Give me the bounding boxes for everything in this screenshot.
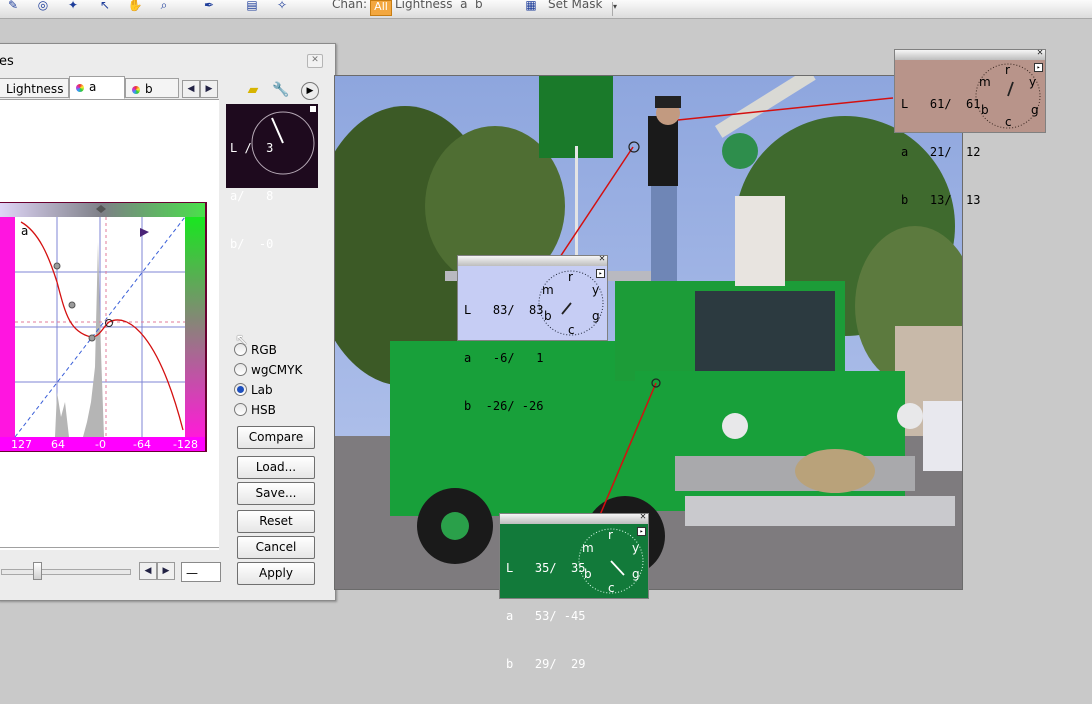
readout-row: b 29/ 29 (506, 657, 586, 671)
connector-line (677, 97, 894, 121)
dial-letter: b (544, 309, 552, 323)
dial-letter: y (632, 541, 639, 555)
readout-row: b -26/ -26 (464, 399, 544, 413)
readout-rows: L 61/ 61 a 21/ 12 b 13/ 13 (901, 64, 980, 240)
readout-row: L 61/ 61 (901, 97, 981, 111)
readout-row: L 83/ 83 (464, 303, 544, 317)
dial-letter: y (1029, 75, 1036, 89)
dial-letter: m (979, 75, 991, 89)
readout-titlebar[interactable]: ✕ (458, 253, 607, 266)
close-icon[interactable]: ✕ (599, 253, 605, 265)
dial-letter: g (632, 567, 640, 581)
readout-row: a 21/ 12 (901, 145, 981, 159)
dial-letter: r (608, 528, 613, 542)
dial-letter: m (542, 283, 554, 297)
readout-titlebar[interactable]: ✕ (500, 511, 648, 524)
dial-letter: r (1005, 63, 1010, 77)
readout-dial: r y g c b m (975, 63, 1041, 129)
readout-bottom[interactable]: ✕ ▸ L 35/ 35 a 53/ -45 b 29/ 29 r y g c … (499, 511, 649, 671)
readout-rows: L 35/ 35 a 53/ -45 b 29/ 29 (506, 528, 585, 704)
dial-needle (561, 302, 572, 315)
dial-letter: c (568, 323, 575, 337)
dial-letter: b (584, 567, 592, 581)
readout-top[interactable]: ✕ ▸ L 61/ 61 a 21/ 12 b 13/ 13 r y g c b… (894, 47, 1046, 207)
readout-rows: L 83/ 83 a -6/ 1 b -26/ -26 (464, 270, 543, 446)
close-icon[interactable]: ✕ (640, 511, 646, 523)
dial-letter: b (981, 103, 989, 117)
readout-row: b 13/ 13 (901, 193, 981, 207)
connector-line (559, 146, 634, 258)
dial-letter: m (582, 541, 594, 555)
dial-letter: g (1031, 103, 1039, 117)
dial-letter: y (592, 283, 599, 297)
dial-letter: g (592, 309, 600, 323)
readout-row: a 53/ -45 (506, 609, 586, 623)
readout-titlebar[interactable]: ✕ (895, 47, 1045, 60)
dial-needle (610, 560, 625, 576)
dial-letter: c (608, 581, 615, 595)
connector-line (599, 382, 657, 516)
dial-letter: r (568, 270, 573, 284)
dial-letter: c (1005, 115, 1012, 129)
readout-middle[interactable]: ✕ ▸ L 83/ 83 a -6/ 1 b -26/ -26 r y g c … (457, 253, 608, 413)
sample-point[interactable] (628, 141, 640, 153)
readout-row: L 35/ 35 (506, 561, 586, 575)
close-icon[interactable]: ✕ (1037, 47, 1043, 59)
dial-needle (1007, 81, 1014, 97)
readout-row: a -6/ 1 (464, 351, 544, 365)
readout-dial: r y g c b m (538, 270, 604, 337)
readout-dial: r y g c b m (578, 528, 644, 595)
